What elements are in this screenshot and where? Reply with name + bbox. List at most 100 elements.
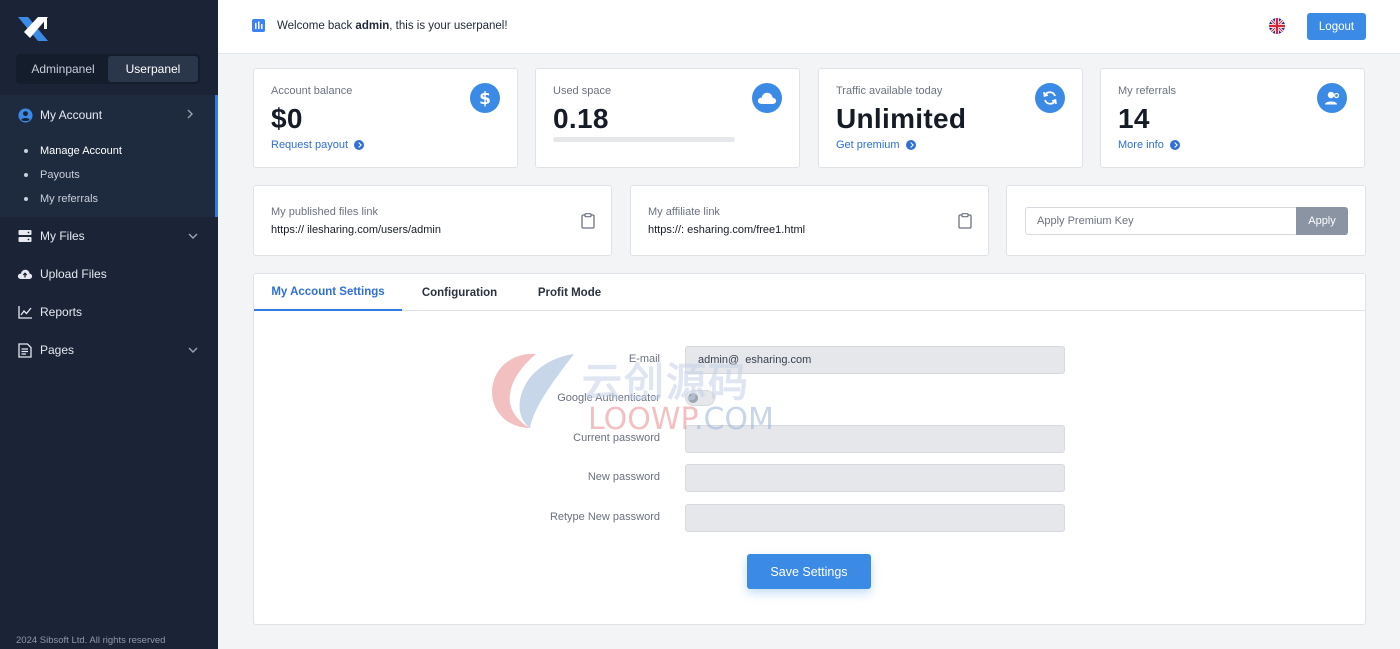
users-icon (1317, 83, 1347, 113)
welcome-suffix: , this is your userpanel! (389, 19, 508, 32)
arrow-circle-icon (354, 140, 365, 150)
google-auth-toggle[interactable] (685, 390, 715, 406)
more-info-link[interactable]: More info (1118, 139, 1180, 151)
published-files-link-card: My published files link https:// ileshar… (253, 185, 612, 256)
svg-text:$: $ (479, 89, 491, 107)
current-password-label: Current password (573, 432, 660, 444)
sidebar: Adminpanel Userpanel My Account Manage A… (0, 0, 218, 649)
sidebar-item-label: Upload Files (40, 267, 107, 281)
sidebar-subitem-my-referrals[interactable]: My referrals (0, 187, 215, 211)
link-label: Get premium (836, 139, 900, 151)
cloud-upload-icon (17, 266, 33, 282)
clipboard-copy-icon[interactable] (581, 213, 595, 229)
stat-label: My referrals (1118, 85, 1177, 97)
tab-configuration[interactable]: Configuration (402, 274, 517, 311)
new-password-field[interactable] (685, 464, 1065, 492)
sidebar-nav: My Account Manage Account Payouts My ref… (0, 95, 218, 369)
email-row: E-mail (254, 346, 1365, 374)
welcome-prefix: Welcome back (277, 19, 353, 32)
sidebar-item-upload-files[interactable]: Upload Files (0, 255, 218, 293)
dollar-icon: $ (470, 83, 500, 113)
line-chart-icon (17, 304, 33, 320)
user-circle-icon (17, 107, 33, 123)
request-payout-link[interactable]: Request payout (271, 139, 365, 151)
welcome-message: Welcome back admin, this is your userpan… (252, 19, 508, 32)
sidebar-subitem-manage-account[interactable]: Manage Account (0, 139, 215, 163)
affiliate-link-card: My affiliate link https://: esharing.com… (630, 185, 989, 256)
tab-profit-mode[interactable]: Profit Mode (517, 274, 622, 311)
stat-value: 14 (1118, 103, 1150, 134)
dashboard-icon (252, 19, 265, 32)
sidebar-item-label: Pages (40, 343, 75, 357)
sidebar-item-label: My Files (40, 229, 85, 243)
brand-logo-icon[interactable] (16, 14, 50, 44)
new-password-row: New password (254, 464, 1365, 492)
get-premium-link[interactable]: Get premium (836, 139, 916, 151)
chevron-right-icon (183, 107, 197, 121)
sidebar-subitem-label: Payouts (40, 169, 80, 181)
sidebar-subitem-payouts[interactable]: Payouts (0, 163, 215, 187)
traffic-card: Traffic available today Unlimited Get pr… (818, 68, 1083, 168)
current-password-field[interactable] (685, 425, 1065, 453)
stat-label: Used space (553, 85, 612, 97)
stat-value: 0.18 (553, 103, 609, 134)
copyright-footer: 2024 Sibsoft Ltd. All rights reserved (16, 635, 166, 646)
topbar: Welcome back admin, this is your userpan… (218, 0, 1400, 54)
settings-tabs: My Account Settings Configuration Profit… (254, 274, 1365, 311)
uk-flag-icon[interactable] (1269, 18, 1285, 34)
new-password-label: New password (587, 471, 660, 483)
bullet-icon (24, 173, 28, 177)
welcome-username: admin (355, 19, 390, 32)
used-space-card: Used space 0.18 (535, 68, 800, 168)
sidebar-item-reports[interactable]: Reports (0, 293, 218, 331)
link-label: More info (1118, 139, 1164, 151)
published-files-url[interactable]: https:// ilesharing.com/users/admin (271, 224, 441, 236)
account-settings-panel: My Account Settings Configuration Profit… (253, 273, 1366, 625)
account-balance-card: Account balance $0 Request payout $ (253, 68, 518, 168)
save-settings-button[interactable]: Save Settings (747, 554, 871, 589)
sidebar-item-pages[interactable]: Pages (0, 331, 218, 369)
google-auth-label: Google Authenticator (557, 392, 660, 404)
referrals-card: My referrals 14 More info (1100, 68, 1365, 168)
sidebar-item-my-account[interactable]: My Account (0, 95, 215, 135)
userpanel-toggle[interactable]: Userpanel (108, 56, 198, 82)
link-card-label: My affiliate link (648, 206, 720, 218)
stat-value: $0 (271, 103, 303, 134)
server-icon (17, 228, 33, 244)
email-label: E-mail (628, 353, 660, 365)
retype-password-row: Retype New password (254, 504, 1365, 532)
logout-button[interactable]: Logout (1307, 13, 1366, 40)
premium-key-card: Apply (1006, 185, 1366, 256)
refresh-icon (1035, 83, 1065, 113)
sidebar-item-label: Reports (40, 305, 83, 319)
cloud-icon (752, 83, 782, 113)
used-space-progress (553, 137, 735, 142)
chevron-down-icon (186, 343, 200, 357)
clipboard-copy-icon[interactable] (958, 213, 972, 229)
affiliate-url[interactable]: https://: esharing.com/free1.html (648, 224, 805, 236)
current-password-row: Current password (254, 425, 1365, 453)
document-icon (17, 342, 33, 358)
bullet-icon (24, 149, 28, 153)
stat-label: Traffic available today (836, 85, 943, 97)
premium-key-input[interactable] (1025, 207, 1297, 235)
chevron-down-icon (186, 229, 200, 243)
apply-key-button[interactable]: Apply (1296, 207, 1348, 235)
sidebar-subitem-label: Manage Account (40, 145, 122, 157)
sidebar-item-my-files[interactable]: My Files (0, 217, 218, 255)
arrow-circle-icon (1169, 140, 1180, 150)
email-field[interactable] (685, 346, 1065, 374)
sidebar-subitem-label: My referrals (40, 193, 99, 205)
retype-password-label: Retype New password (549, 511, 660, 523)
stat-label: Account balance (271, 85, 353, 97)
retype-password-field[interactable] (685, 504, 1065, 532)
link-label: Request payout (271, 139, 349, 151)
link-card-label: My published files link (271, 206, 378, 218)
tab-my-account-settings[interactable]: My Account Settings (254, 274, 402, 311)
arrow-circle-icon (905, 140, 916, 150)
my-account-submenu: Manage Account Payouts My referrals (0, 135, 215, 217)
panel-switch: Adminpanel Userpanel (16, 54, 200, 84)
adminpanel-toggle[interactable]: Adminpanel (18, 56, 108, 82)
bullet-icon (24, 197, 28, 201)
stat-value: Unlimited (836, 103, 967, 134)
